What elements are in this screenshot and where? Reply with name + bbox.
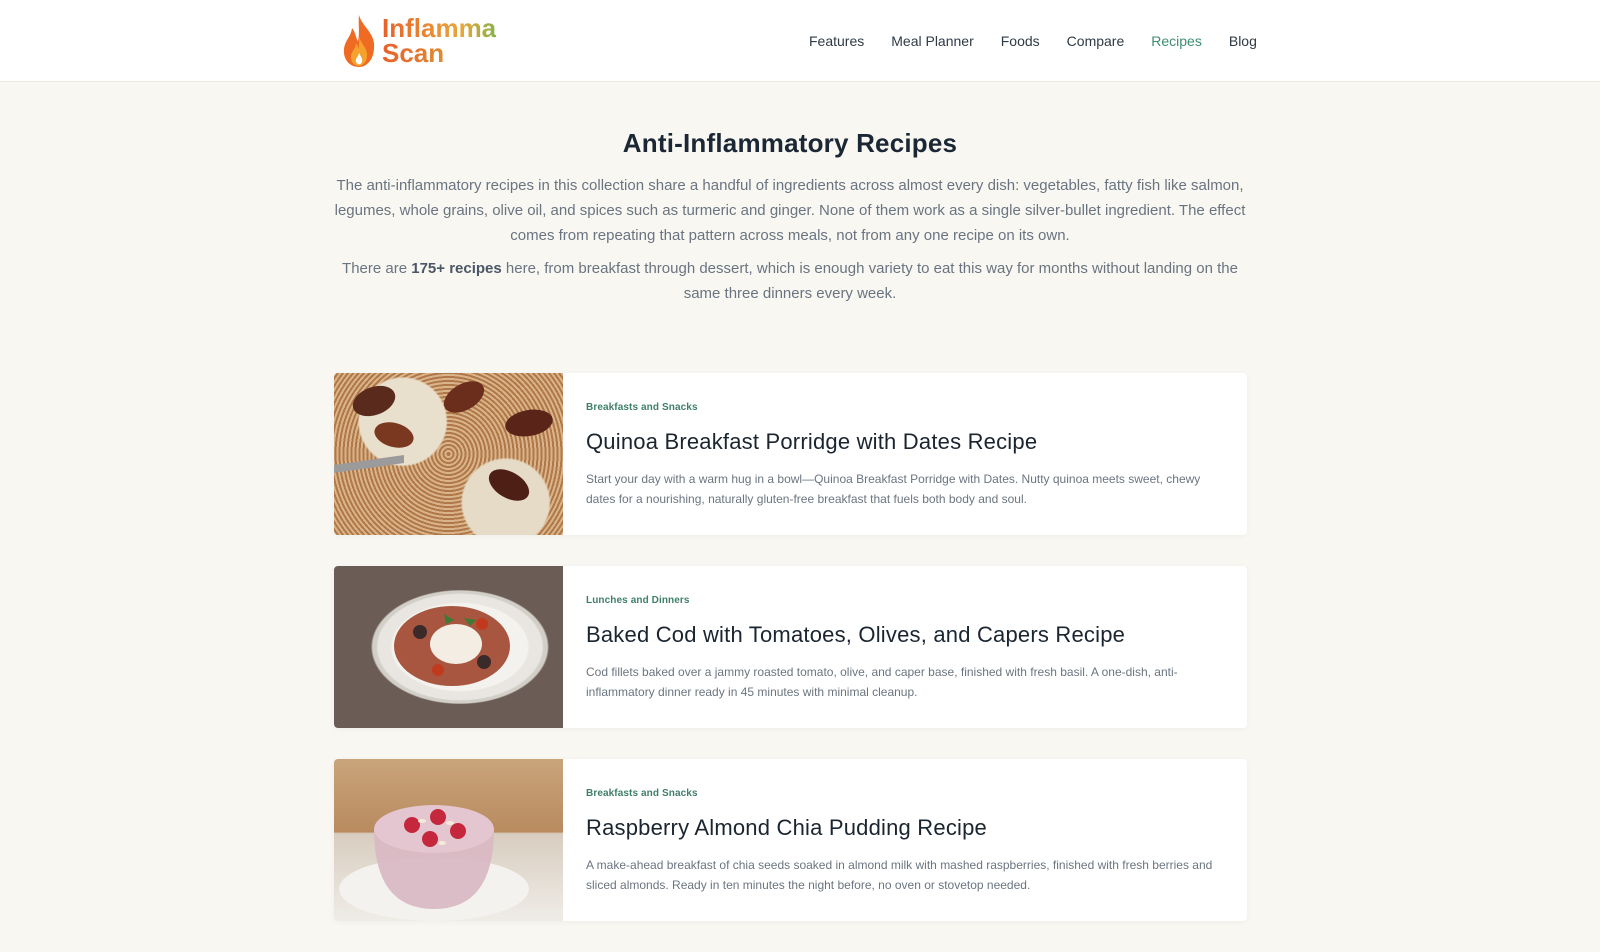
count-prefix: There are [342, 260, 412, 277]
hero-section: Anti-Inflammatory Recipes The anti-infla… [334, 128, 1246, 306]
recipe-count: 175+ recipes [411, 260, 502, 277]
intro-paragraph: The anti-inflammatory recipes in this co… [334, 177, 1246, 244]
recipe-count-paragraph: There are 175+ recipes here, from breakf… [334, 256, 1246, 306]
recipe-card[interactable]: Breakfasts and Snacks Raspberry Almond C… [334, 759, 1247, 921]
cod-illustration [394, 606, 510, 686]
page-title: Anti-Inflammatory Recipes [622, 128, 958, 158]
recipe-description: A make-ahead breakfast of chia seeds soa… [586, 858, 1213, 892]
nav-foods[interactable]: Foods [1001, 33, 1040, 49]
nav-blog[interactable]: Blog [1229, 33, 1257, 49]
top-navbar: Inflamma Scan Features Meal Planner Food… [0, 0, 1600, 82]
nav-features[interactable]: Features [809, 33, 864, 49]
recipe-card[interactable]: Lunches and Dinners Baked Cod with Tomat… [334, 566, 1247, 728]
main-nav: Features Meal Planner Foods Compare Reci… [809, 0, 1284, 82]
flame-icon [343, 15, 375, 67]
brand-logo[interactable]: Inflamma Scan [340, 12, 496, 70]
recipe-image[interactable] [334, 566, 563, 728]
recipe-category[interactable]: Lunches and Dinners [586, 595, 1223, 606]
nav-compare[interactable]: Compare [1067, 33, 1125, 49]
recipe-list: Breakfasts and Snacks Quinoa Breakfast P… [334, 373, 1247, 952]
recipe-title[interactable]: Baked Cod with Tomatoes, Olives, and Cap… [586, 622, 1223, 648]
nav-recipes[interactable]: Recipes [1151, 33, 1202, 49]
chia-pudding-illustration [339, 805, 529, 921]
recipe-description: Start your day with a warm hug in a bowl… [586, 472, 1201, 506]
recipe-category[interactable]: Breakfasts and Snacks [586, 788, 1223, 799]
recipe-image[interactable] [334, 373, 563, 535]
brand-name-line2: Scan [382, 40, 496, 66]
recipe-description: Cod fillets baked over a jammy roasted t… [586, 665, 1178, 699]
recipe-title[interactable]: Raspberry Almond Chia Pudding Recipe [586, 815, 1223, 841]
nav-meal-planner[interactable]: Meal Planner [891, 33, 974, 49]
recipe-image[interactable] [334, 759, 563, 921]
recipe-category[interactable]: Breakfasts and Snacks [586, 402, 1223, 413]
count-suffix: here, from breakfast through dessert, wh… [501, 260, 1238, 302]
recipe-title[interactable]: Quinoa Breakfast Porridge with Dates Rec… [586, 429, 1223, 455]
recipe-card[interactable]: Breakfasts and Snacks Quinoa Breakfast P… [334, 373, 1247, 535]
dates-illustration [334, 381, 553, 501]
